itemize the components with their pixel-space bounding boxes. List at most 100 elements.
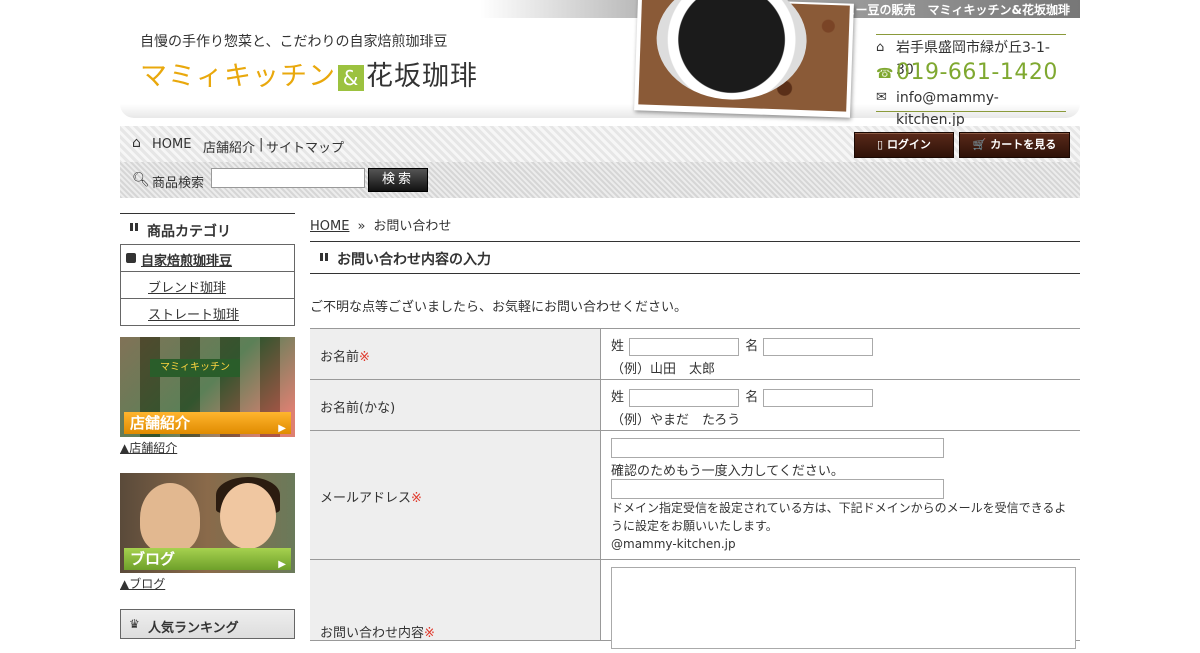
blog-banner-label-text: ブログ [130, 550, 176, 568]
search-button[interactable]: 検索 [368, 168, 428, 192]
category-list: 自家焙煎珈琲豆 ブレンド珈琲 ストレート珈琲 [120, 244, 295, 326]
coffee-cup-photo [634, 0, 854, 118]
form-row-email: メールアドレス※ 確認のためもう一度入力してください。 ドメイン指定受信を設定さ… [310, 431, 1080, 560]
contact-address: ⌂ 岩手県盛岡市緑が丘3-1-30 [876, 37, 1066, 78]
shop-sign: マミィキッチン [150, 359, 240, 377]
view-cart-button[interactable]: 🛒 カートを見る [959, 132, 1070, 158]
email-label: メールアドレス※ [320, 491, 422, 506]
blog-banner-label: ブログ ▶ [124, 548, 291, 570]
email-input[interactable] [611, 438, 944, 458]
shop-caption-link[interactable]: ▲店舗紹介 [120, 439, 177, 456]
intro-text: ご不明な点等ございましたら、お気軽にお問い合わせください。 [310, 300, 688, 315]
breadcrumb-separator: » [357, 219, 366, 234]
logo-text-hanasaka: 花坂珈琲 [366, 61, 478, 92]
category-heading: 商品カテゴリ [120, 213, 295, 245]
site-logo[interactable]: マミィキッチン & 花坂珈琲 [140, 54, 478, 93]
ranking-heading: ♛ 人気ランキング [120, 609, 295, 639]
logo-text-mammy: マミィキッチン [140, 61, 336, 92]
phone-number: 019-661-1420 [896, 60, 1058, 85]
global-nav: ⌂ HOME 店舗紹介 | サイトマップ ▯ ログイン 🛒 カートを見る 🔍︎ … [120, 126, 1080, 198]
category-heading-text: 商品カテゴリ [147, 224, 231, 240]
login-button[interactable]: ▯ ログイン [854, 132, 954, 158]
required-mark: ※ [359, 350, 370, 365]
contact-form: お名前※ 姓 名 （例）山田 太郎 お名前(かな) 姓 名 （例）やまだ たろう… [310, 328, 1080, 649]
contact-email: ✉ info@mammy-kitchen.jp [876, 87, 1066, 128]
blog-person-photo [220, 483, 276, 549]
home-icon: ⌂ [132, 135, 141, 151]
form-label-cell: お名前※ [310, 329, 601, 379]
inquiry-textarea[interactable] [611, 567, 1076, 649]
kana-example: （例）やまだ たろう [611, 412, 741, 428]
blog-banner[interactable]: ブログ ▶ [120, 473, 295, 573]
mail-icon: ✉ [876, 90, 887, 105]
first-name-label: 名 [745, 339, 759, 354]
page-heading: お問い合わせ内容の入力 [310, 241, 1080, 274]
ranking-heading-text: 人気ランキング [148, 621, 239, 636]
site-subtitle: 自慢の手作り惣菜と、こだわりの自家焙煎珈琲豆 [140, 34, 448, 50]
last-name-input[interactable] [629, 337, 740, 356]
email-domain: @mammy-kitchen.jp [611, 537, 736, 551]
blog-person-photo [140, 483, 200, 553]
category-link-straight[interactable]: ストレート珈琲 [148, 304, 239, 323]
last-name-label: 姓 [611, 339, 625, 354]
logo-ampersand: & [338, 64, 364, 91]
breadcrumb-current: お問い合わせ [373, 219, 452, 234]
contact-info: ⌂ 岩手県盛岡市緑が丘3-1-30 ☎ 019-661-1420 ✉ info@… [876, 34, 1066, 128]
first-name-kana-input[interactable] [763, 388, 874, 407]
phone-icon: ☎ [876, 66, 894, 82]
form-field-cell: 姓 名 （例）やまだ たろう [611, 380, 1080, 432]
email-confirm-hint: 確認のためもう一度入力してください。 [611, 464, 844, 479]
contact-phone: ☎ 019-661-1420 [876, 59, 1066, 87]
page-title: お問い合わせ内容の入力 [337, 252, 491, 268]
house-icon: ⌂ [876, 40, 885, 55]
search-label: 商品検索 [152, 176, 205, 191]
inquiry-label: お問い合わせ内容※ [320, 626, 435, 641]
category-item-sub: ブレンド珈琲 [121, 272, 294, 299]
product-search-input[interactable] [211, 168, 365, 188]
form-field-cell [611, 560, 1080, 653]
email-confirm-input[interactable] [611, 479, 944, 499]
search-bar: 🔍︎ 商品検索 検索 [120, 162, 1080, 198]
form-label-cell: お問い合わせ内容※ [310, 560, 601, 641]
last-name-kana-input[interactable] [629, 388, 740, 407]
last-name-kana-label: 姓 [611, 390, 625, 405]
cart-icon: 🛒 [972, 138, 991, 151]
form-field-cell: 確認のためもう一度入力してください。 ドメイン指定受信を設定されている方は、下記… [611, 431, 1080, 557]
category-link-blend[interactable]: ブレンド珈琲 [148, 277, 226, 296]
heading-bullet-icon [320, 253, 328, 261]
login-button-label: ログイン [886, 138, 931, 151]
nav-sitemap-link[interactable]: サイトマップ [266, 137, 344, 156]
shop-banner[interactable]: マミィキッチン 店舗紹介 ▶ [120, 337, 295, 437]
required-mark: ※ [411, 491, 422, 506]
name-example: （例）山田 太郎 [611, 361, 716, 377]
nav-home-link[interactable]: HOME [152, 137, 191, 152]
play-arrow-icon: ▶ [278, 423, 286, 434]
category-item-sub: ストレート珈琲 [121, 299, 294, 325]
form-row-inquiry: お問い合わせ内容※ [310, 560, 1080, 649]
shop-banner-label: 店舗紹介 ▶ [124, 412, 291, 434]
form-label-cell: お名前(かな) [310, 380, 601, 430]
breadcrumb: HOME » お問い合わせ [310, 215, 451, 234]
kana-label: お名前(かな) [320, 401, 396, 416]
first-name-input[interactable] [763, 337, 874, 356]
login-icon: ▯ [877, 138, 887, 151]
form-row-name: お名前※ 姓 名 （例）山田 太郎 [310, 329, 1080, 380]
breadcrumb-home-link[interactable]: HOME [310, 219, 349, 234]
nav-separator: | [259, 137, 264, 152]
arrow-bullet-icon [126, 253, 136, 263]
cart-button-label: カートを見る [990, 138, 1057, 151]
crown-icon: ♛ [129, 617, 140, 631]
nav-top-bar: ⌂ HOME 店舗紹介 | サイトマップ ▯ ログイン 🛒 カートを見る [120, 126, 1080, 162]
form-field-cell: 姓 名 （例）山田 太郎 [611, 329, 1080, 381]
blog-caption-link[interactable]: ▲ブログ [120, 575, 165, 592]
email-address: info@mammy-kitchen.jp [896, 90, 999, 128]
search-icon: 🔍︎ [132, 172, 150, 188]
shop-banner-label-text: 店舗紹介 [130, 414, 191, 432]
form-label-cell: メールアドレス※ [310, 431, 601, 559]
heading-bullet-icon [130, 223, 138, 231]
category-link-roasted-beans[interactable]: 自家焙煎珈琲豆 [141, 250, 232, 269]
nav-shop-link[interactable]: 店舗紹介 [203, 137, 255, 156]
category-item-main: 自家焙煎珈琲豆 [121, 245, 294, 272]
first-name-kana-label: 名 [745, 390, 759, 405]
play-arrow-icon: ▶ [278, 559, 286, 570]
